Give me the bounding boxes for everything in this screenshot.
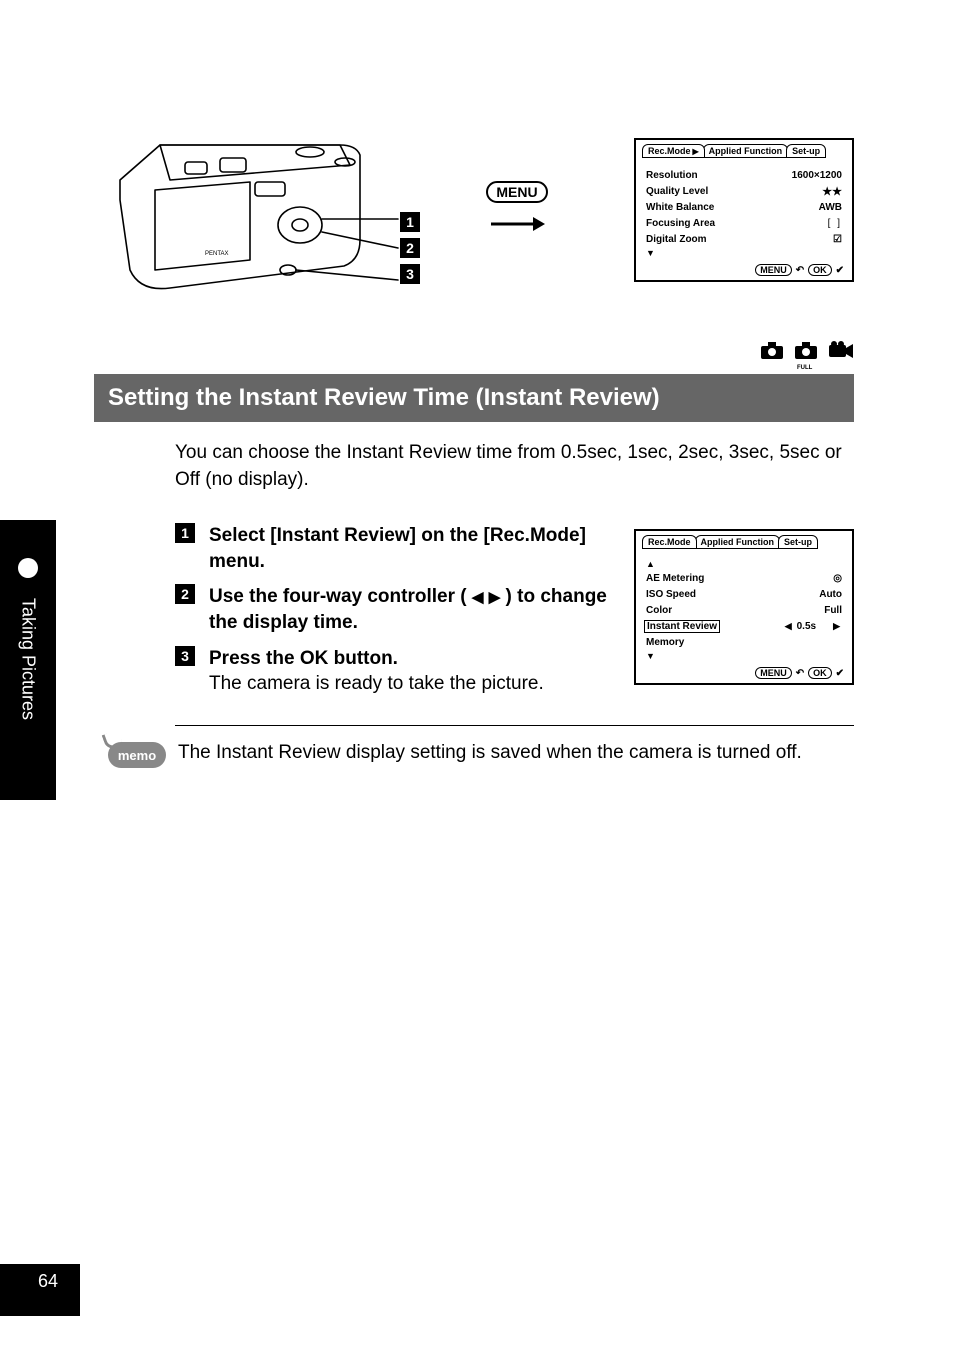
tab-recmode-2: Rec.Mode	[642, 535, 697, 549]
lcd1-items: Resolution1600×1200 Quality Level★★ Whit…	[644, 164, 844, 260]
lcd2-tabs: Rec.Mode Applied Function Set-up	[636, 531, 852, 549]
step-1-title: Select [Instant Review] on the [Rec.Mode…	[209, 523, 614, 574]
step-2-title: Use the four-way controller ( ◀ ▶ ) to c…	[209, 584, 614, 635]
tab-setup: Set-up	[786, 144, 826, 158]
return-icon: ↶	[796, 265, 804, 276]
select-left-icon: ◀	[785, 621, 792, 632]
lcd-screen-recmode: Rec.Mode▶ Applied Function Set-up Resolu…	[634, 138, 854, 282]
lcd-screen-recmode-page2: Rec.Mode Applied Function Set-up ▲ AE Me…	[634, 529, 854, 685]
lcd1-row-digitalzoom: Digital Zoom☑	[646, 232, 842, 246]
tab-applied-function-2: Applied Function	[695, 535, 781, 549]
footer-menu-icon-2: MENU	[755, 667, 792, 679]
arrow-right-icon	[489, 211, 545, 239]
scroll-down-icon: ▼	[646, 248, 842, 258]
movie-mode-icon	[828, 340, 854, 368]
return-icon-2: ↶	[796, 668, 804, 679]
step-3-number: 3	[175, 646, 195, 666]
divider	[175, 725, 854, 726]
check-icon-2: ✔	[836, 668, 844, 679]
triangle-left-icon: ◀	[472, 589, 484, 606]
lcd1-row-resolution: Resolution1600×1200	[646, 168, 842, 182]
menu-button-label: MENU	[486, 181, 547, 203]
step-3: 3 Press the OK button. The camera is rea…	[175, 646, 614, 697]
camera-mode-icon	[760, 340, 784, 368]
lcd1-row-focusarea: Focusing Area[ ]	[646, 216, 842, 230]
memo-badge-icon: memo	[108, 742, 166, 768]
lcd1-row-quality: Quality Level★★	[646, 184, 842, 198]
callout-numbers: 1 2 3	[400, 212, 420, 284]
top-illustration-row: PENTAX 1 2 3 MENU Rec.Mode▶ Applied Func…	[100, 120, 854, 300]
step-1: 1 Select [Instant Review] on the [Rec.Mo…	[175, 523, 614, 574]
lcd1-footer: MENU ↶ OK ✔	[644, 264, 844, 276]
intro-text: You can choose the Instant Review time f…	[175, 440, 849, 493]
step-3-title: Press the OK button.	[209, 646, 614, 672]
lcd2-row-memory: Memory	[646, 635, 842, 649]
tab-applied-function: Applied Function	[703, 144, 789, 158]
triangle-right-icon: ▶	[489, 589, 501, 606]
callout-2: 2	[400, 238, 420, 258]
step-1-number: 1	[175, 523, 195, 543]
full-auto-mode-icon: FULL	[794, 340, 818, 368]
step-2-number: 2	[175, 584, 195, 604]
tab-setup-2: Set-up	[778, 535, 818, 549]
lcd2-row-iso: ISO SpeedAuto	[646, 587, 842, 601]
lcd2-row-ae: AE Metering◎	[646, 571, 842, 585]
check-icon: ✔	[836, 265, 844, 276]
footer-ok-icon: OK	[808, 264, 832, 276]
menu-arrow-column: MENU	[487, 181, 547, 239]
select-right-icon: ▶	[833, 621, 840, 632]
step-3-text: The camera is ready to take the picture.	[209, 671, 614, 697]
scroll-up-icon: ▲	[646, 559, 842, 569]
svg-text:PENTAX: PENTAX	[205, 251, 229, 257]
memo-text: The Instant Review display setting is sa…	[178, 740, 854, 767]
scroll-down-icon-2: ▼	[646, 651, 842, 661]
lcd2-row-instant-review: Instant Review ◀ 0.5s ▶	[646, 619, 842, 633]
section-title: Setting the Instant Review Time (Instant…	[94, 374, 854, 422]
lcd1-row-wb: White BalanceAWB	[646, 200, 842, 214]
lcd2-items: ▲ AE Metering◎ ISO SpeedAuto ColorFull I…	[644, 555, 844, 663]
lcd2-row-color: ColorFull	[646, 603, 842, 617]
step-2: 2 Use the four-way controller ( ◀ ▶ ) to…	[175, 584, 614, 635]
callout-1: 1	[400, 212, 420, 232]
mode-icons-row: FULL	[100, 340, 854, 368]
callout-3: 3	[400, 264, 420, 284]
footer-menu-icon: MENU	[755, 264, 792, 276]
camera-illustration: PENTAX 1 2 3	[100, 120, 400, 300]
lcd2-footer: MENU ↶ OK ✔	[644, 667, 844, 679]
tab-recmode: Rec.Mode▶	[642, 144, 705, 158]
footer-ok-icon-2: OK	[808, 667, 832, 679]
memo-row: memo The Instant Review display setting …	[100, 740, 854, 768]
lcd1-tabs: Rec.Mode▶ Applied Function Set-up	[636, 140, 852, 158]
